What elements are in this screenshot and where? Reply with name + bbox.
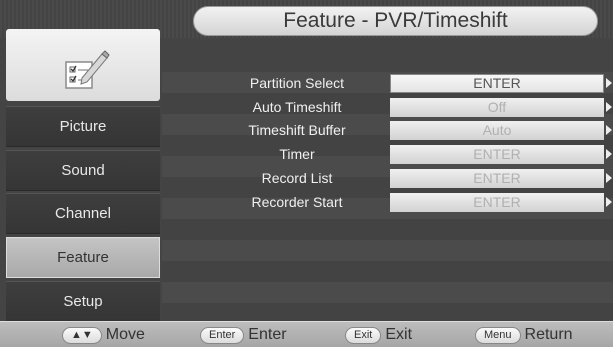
sidebar-item-label: Picture	[59, 118, 107, 135]
hint-return: Menu Return	[475, 325, 573, 345]
footer-hint-bar: ▲▼ Move Enter Enter Exit Exit Menu Retur…	[0, 321, 613, 347]
arrow-right-icon	[606, 78, 612, 88]
hint-label: Return	[524, 326, 573, 343]
menu-logo	[6, 29, 160, 101]
hint-move: ▲▼ Move	[62, 325, 145, 345]
sidebar: Picture Sound Channel Feature Setup	[0, 24, 162, 322]
menu-row-record-list[interactable]: Record List ENTER	[162, 168, 613, 189]
row-label: Recorder Start	[251, 194, 343, 210]
row-value[interactable]: ENTER	[390, 193, 604, 212]
arrow-right-icon	[606, 149, 612, 159]
menu-row-auto-timeshift[interactable]: Auto Timeshift Off	[162, 97, 613, 118]
tv-menu-screen: Feature - PVR/Timeshift Picture Sound Ch…	[0, 0, 613, 347]
row-stripe	[162, 282, 613, 303]
row-label: Auto Timeshift	[252, 99, 342, 115]
row-stripe	[162, 219, 613, 240]
row-label: Record List	[261, 170, 333, 186]
checklist-pencil-icon	[65, 50, 110, 89]
sidebar-item-picture[interactable]: Picture	[6, 106, 160, 147]
menu-row-partition-select[interactable]: Partition Select ENTER	[162, 73, 613, 94]
sidebar-item-setup[interactable]: Setup	[6, 281, 160, 322]
menu-row-timeshift-buffer[interactable]: Timeshift Buffer Auto	[162, 120, 613, 141]
sidebar-item-label: Feature	[57, 249, 109, 266]
enter-key: Enter	[200, 326, 245, 344]
row-value[interactable]: Off	[390, 98, 604, 117]
row-label: Timeshift Buffer	[248, 122, 346, 138]
row-value[interactable]: ENTER	[390, 169, 604, 188]
row-label: Timer	[279, 146, 315, 162]
row-stripe	[162, 261, 613, 282]
sidebar-item-feature[interactable]: Feature	[6, 237, 160, 278]
row-value[interactable]: ENTER	[390, 74, 604, 93]
hint-label: Move	[105, 326, 145, 343]
arrow-right-icon	[606, 197, 612, 207]
hint-label: Exit	[385, 326, 413, 343]
sidebar-item-channel[interactable]: Channel	[6, 193, 160, 234]
sidebar-item-label: Channel	[55, 205, 111, 222]
up-down-arrows-key: ▲▼	[62, 326, 102, 344]
menu-key: Menu	[475, 326, 521, 344]
hint-enter: Enter Enter	[200, 325, 287, 345]
sidebar-item-sound[interactable]: Sound	[6, 150, 160, 191]
row-value[interactable]: ENTER	[390, 145, 604, 164]
page-title: Feature - PVR/Timeshift	[193, 6, 598, 36]
arrow-right-icon	[606, 125, 612, 135]
menu-row-timer[interactable]: Timer ENTER	[162, 144, 613, 165]
sidebar-item-label: Setup	[63, 293, 103, 310]
hint-exit: Exit Exit	[345, 325, 412, 345]
row-value[interactable]: Auto	[390, 121, 604, 140]
row-stripe	[162, 240, 613, 261]
arrow-right-icon	[606, 102, 612, 112]
hint-label: Enter	[248, 326, 287, 343]
menu-panel: Partition Select ENTER Auto Timeshift Of…	[162, 62, 613, 324]
exit-key: Exit	[345, 326, 382, 344]
arrow-right-icon	[606, 173, 612, 183]
sidebar-item-label: Sound	[61, 162, 105, 179]
row-label: Partition Select	[249, 75, 345, 91]
menu-row-recorder-start[interactable]: Recorder Start ENTER	[162, 192, 613, 213]
